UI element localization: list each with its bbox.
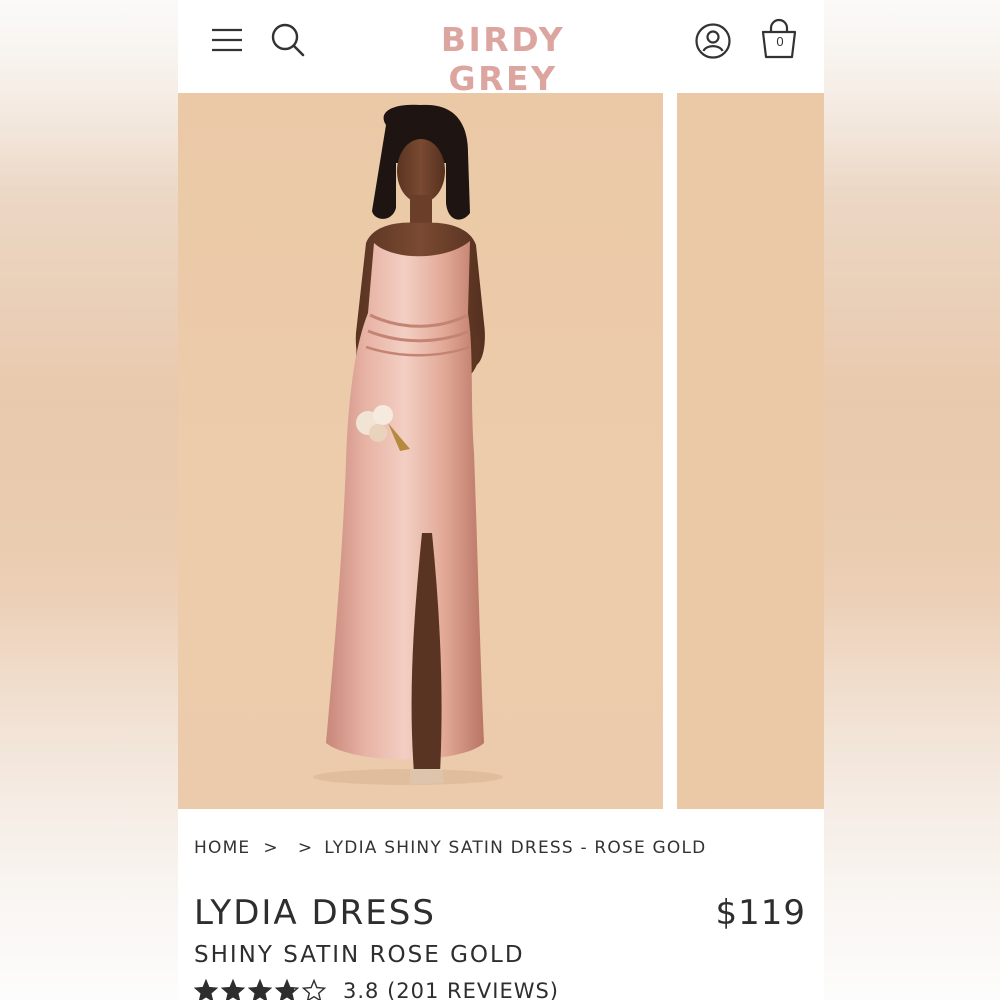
star-empty-icon (302, 979, 326, 1000)
star-full-icon (194, 979, 218, 1000)
star-full-icon (248, 979, 272, 1000)
user-account-icon[interactable] (694, 22, 732, 60)
breadcrumb-separator: > (263, 838, 279, 858)
star-rating (194, 979, 329, 1000)
hamburger-menu-icon[interactable] (210, 24, 244, 56)
breadcrumb: HOME > > LYDIA SHINY SATIN DRESS - ROSE GOL… (194, 838, 706, 858)
product-title: LYDIA DRESS (194, 893, 436, 933)
model-photo (313, 104, 503, 785)
cart-count-badge: 0 (776, 34, 784, 49)
blurred-background-left (0, 0, 178, 1000)
breadcrumb-home-link[interactable]: HOME (194, 838, 250, 858)
product-price: $119 (715, 893, 806, 933)
product-image-gallery[interactable] (178, 93, 824, 809)
product-rating[interactable]: 3.8 (201 REVIEWS) (194, 976, 559, 1000)
blurred-background-right (824, 0, 1000, 1000)
star-partial-icon (275, 979, 299, 1000)
search-icon[interactable] (270, 22, 306, 58)
next-product-image-peek[interactable] (677, 93, 824, 809)
screenshot-frame: BIRDY GREY 0 HOME > > LYDIA SHINY SATIN … (0, 0, 1000, 1000)
star-full-icon (221, 979, 245, 1000)
brand-logo[interactable]: BIRDY GREY (383, 20, 623, 98)
product-variant: SHINY SATIN ROSE GOLD (194, 942, 525, 968)
site-header: BIRDY GREY 0 (178, 0, 824, 98)
main-product-image[interactable] (178, 93, 663, 809)
review-count-link[interactable]: 3.8 (201 REVIEWS) (343, 979, 559, 1000)
breadcrumb-current-page: LYDIA SHINY SATIN DRESS - ROSE GOLD (324, 838, 707, 858)
breadcrumb-separator: > (297, 838, 314, 858)
mobile-page: BIRDY GREY 0 HOME > > LYDIA SHINY SATIN … (178, 0, 824, 1000)
